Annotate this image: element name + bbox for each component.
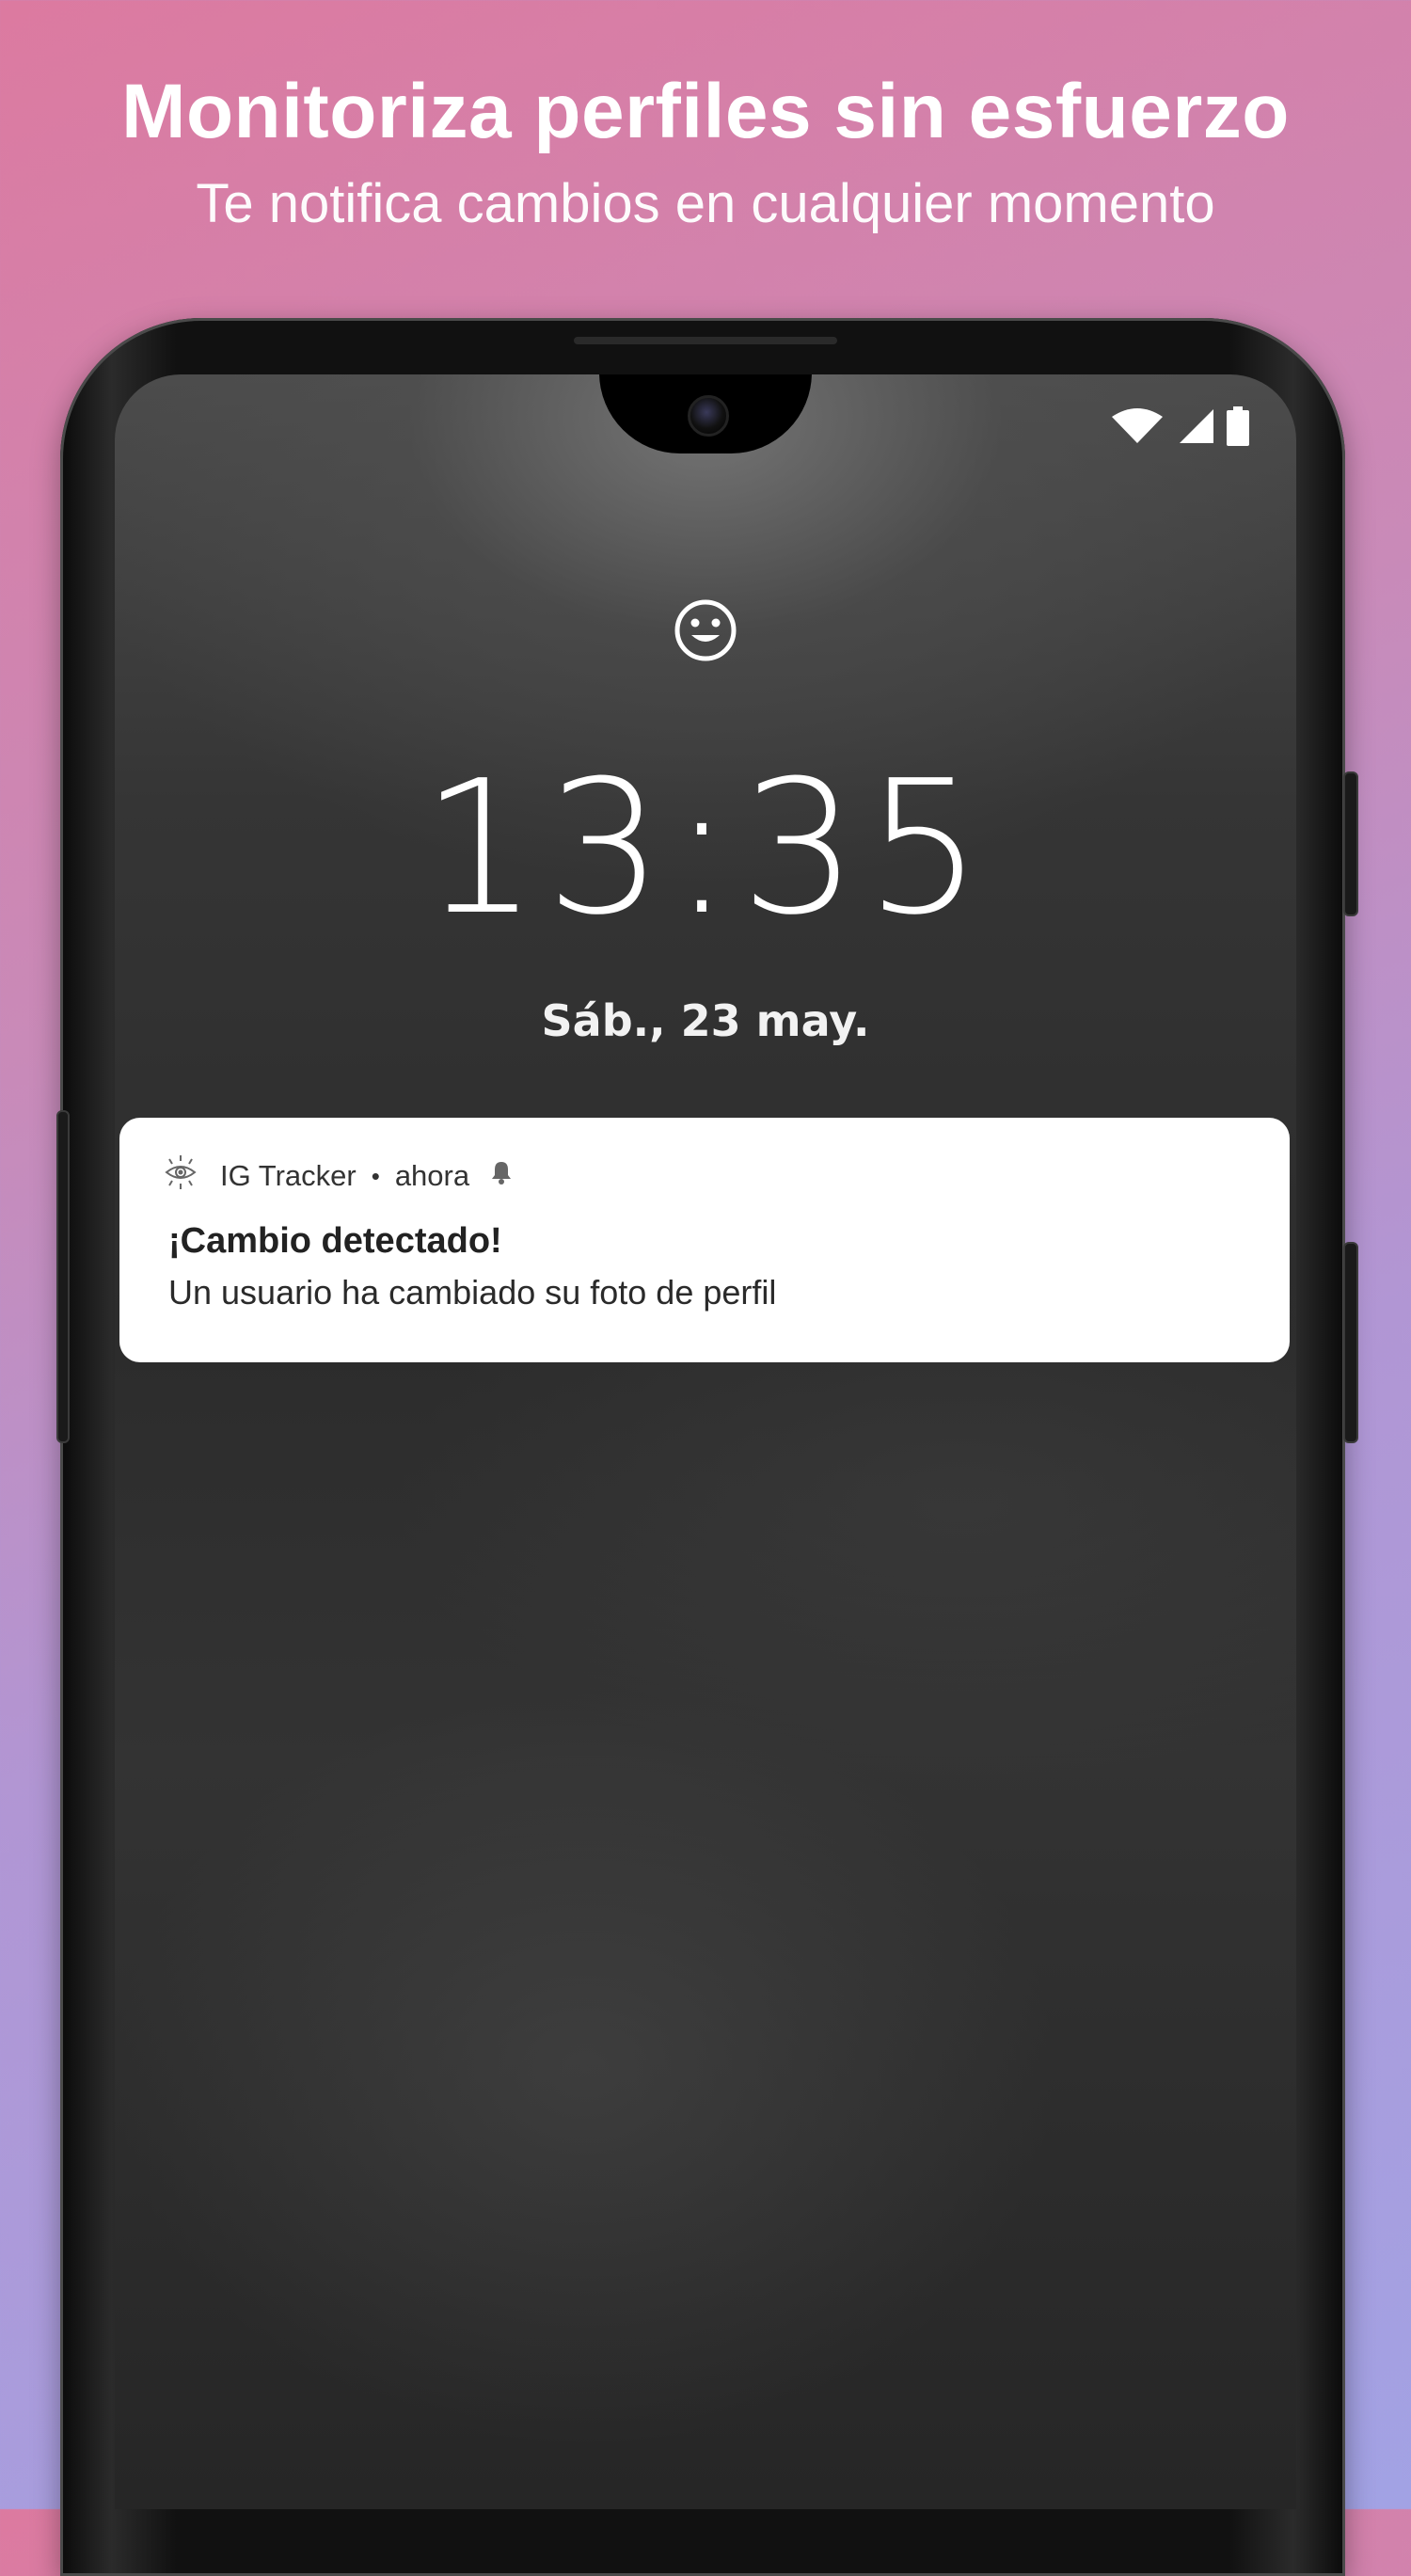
lock-date: Sáb., 23 may.	[541, 995, 870, 1046]
earpiece-speaker	[574, 337, 837, 344]
front-camera	[688, 395, 729, 437]
bell-icon	[488, 1159, 515, 1193]
notification-separator: •	[371, 1161, 380, 1190]
notification-header: IG Tracker • ahora	[162, 1155, 515, 1197]
volume-button	[1343, 1242, 1358, 1443]
alert-slider	[56, 1110, 70, 1443]
notification-app-name: IG Tracker	[220, 1159, 357, 1192]
notification-title: ¡Cambio detectado!	[168, 1221, 502, 1261]
wifi-icon	[1110, 407, 1165, 445]
notification-card[interactable]: IG Tracker • ahora ¡Cambio detectado! Un…	[119, 1118, 1290, 1362]
notification-body: Un usuario ha cambiado su foto de perfil	[168, 1273, 777, 1312]
status-bar	[1110, 406, 1249, 446]
lock-clock: 13:35	[420, 741, 991, 956]
promo-subtitle: Te notifica cambios en cualquier momento	[196, 173, 1215, 234]
lock-screen: 13:35 Sáb., 23 may. IG Tracker • ahora ¡…	[115, 374, 1296, 2509]
promo-title: Monitoriza perfiles sin esfuerzo	[121, 69, 1290, 154]
power-button	[1343, 771, 1358, 916]
battery-icon	[1227, 406, 1249, 446]
notification-timestamp: ahora	[394, 1159, 470, 1192]
eye-icon	[162, 1153, 199, 1199]
smiley-icon[interactable]	[673, 597, 738, 663]
signal-icon	[1176, 407, 1215, 445]
